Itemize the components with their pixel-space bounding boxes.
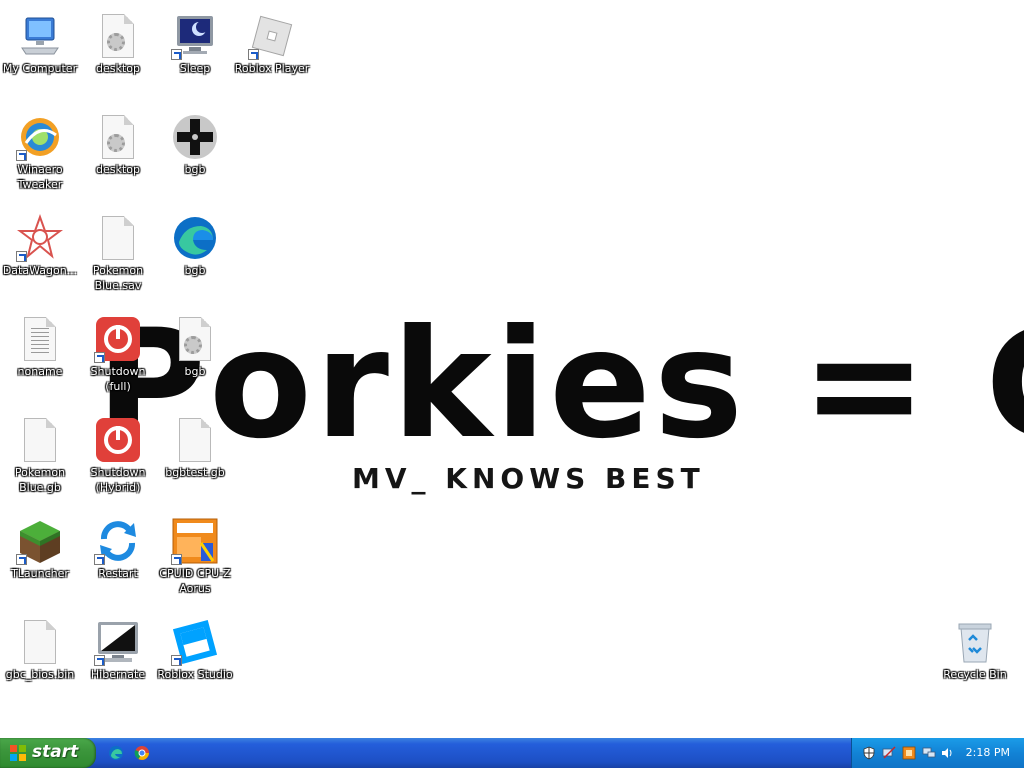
shortcut-arrow-icon: [16, 251, 27, 262]
settings-file-icon: [94, 113, 142, 161]
desktop-icon-sleep[interactable]: Sleep: [155, 4, 235, 100]
edge-icon[interactable]: [108, 745, 124, 761]
desktop-icon-tlauncher[interactable]: TLauncher: [0, 509, 80, 605]
shortcut-arrow-icon: [94, 655, 105, 666]
desktop-icon-winaero-tweaker[interactable]: Winaero Tweaker: [0, 105, 80, 201]
edge-icon: [171, 214, 219, 262]
hibernate-monitor-icon: [94, 618, 142, 666]
roblox-studio-icon: [171, 618, 219, 666]
power-icon: [94, 315, 142, 363]
desktop-icon-hibernate[interactable]: Hibernate: [78, 610, 158, 706]
network-offline-icon[interactable]: [882, 745, 896, 759]
blank-file-icon: [16, 618, 64, 666]
settings-file-icon: [94, 12, 142, 60]
desktop-icon-pokemon-blue-sav[interactable]: Pokemon Blue.sav: [78, 206, 158, 302]
shortcut-arrow-icon: [94, 554, 105, 565]
desktop-icon-bgb[interactable]: bgb: [155, 105, 235, 201]
restart-icon: [94, 517, 142, 565]
blank-file-icon: [171, 416, 219, 464]
security-shield-icon[interactable]: [862, 745, 876, 760]
roblox-player-icon: [248, 12, 296, 60]
desktop: Porkies = Gay MV_ KNOWS BEST My Computer…: [0, 0, 1024, 738]
desktop-icon-bgbtest-gb[interactable]: bgbtest.gb: [155, 408, 235, 504]
cpuz-aorus-icon: [171, 517, 219, 565]
desktop-icon-noname[interactable]: noname: [0, 307, 80, 403]
recycle-bin-icon: [951, 618, 999, 666]
desktop-icon-shutdown-hybrid[interactable]: Shutdown (Hybrid): [78, 408, 158, 504]
datawagon-icon: [16, 214, 64, 262]
network-icon[interactable]: [922, 745, 936, 759]
shortcut-arrow-icon: [16, 150, 27, 161]
desktop-icon-desktop-ini-2[interactable]: desktop: [78, 105, 158, 201]
system-tray: 2:18 PM: [851, 738, 1024, 768]
clock[interactable]: 2:18 PM: [966, 746, 1010, 759]
shortcut-arrow-icon: [171, 655, 182, 666]
desktop-icon-cpuz-aorus[interactable]: CPUID CPU-Z Aorus: [155, 509, 235, 605]
minecraft-grass-icon: [16, 517, 64, 565]
desktop-icon-pokemon-blue-gb[interactable]: Pokemon Blue.gb: [0, 408, 80, 504]
shortcut-arrow-icon: [171, 49, 182, 60]
blank-file-icon: [16, 416, 64, 464]
winaero-tweaker-icon: [16, 113, 64, 161]
shortcut-arrow-icon: [171, 554, 182, 565]
shortcut-arrow-icon: [94, 352, 105, 363]
desktop-icon-my-computer[interactable]: My Computer: [0, 4, 80, 100]
shortcut-arrow-icon: [248, 49, 259, 60]
desktop-icon-restart[interactable]: Restart: [78, 509, 158, 605]
text-file-icon: [16, 315, 64, 363]
desktop-icon-gbc-bios[interactable]: gbc_bios.bin: [0, 610, 80, 706]
shortcut-arrow-icon: [16, 554, 27, 565]
desktop-icon-recycle-bin[interactable]: Recycle Bin: [935, 610, 1015, 706]
chrome-icon[interactable]: [134, 745, 150, 761]
windows-flag-icon: [10, 745, 26, 761]
start-button[interactable]: start: [0, 738, 96, 768]
desktop-icon-desktop-ini[interactable]: desktop: [78, 4, 158, 100]
volume-icon[interactable]: [940, 745, 954, 759]
power-icon: [94, 416, 142, 464]
desktop-icon-bgb-edge[interactable]: bgb: [155, 206, 235, 302]
taskbar: start 2:18 PM: [0, 738, 1024, 768]
app-icon[interactable]: [902, 745, 916, 760]
desktop-icon-shutdown-full[interactable]: Shutdown (full): [78, 307, 158, 403]
desktop-icon-roblox-studio[interactable]: Roblox Studio: [155, 610, 235, 706]
wallpaper-subtitle: MV_ KNOWS BEST: [352, 462, 705, 495]
blank-file-icon: [94, 214, 142, 262]
desktop-icon-roblox-player[interactable]: Roblox Player: [232, 4, 312, 100]
bgb-dpad-icon: [171, 113, 219, 161]
sleep-monitor-icon: [171, 12, 219, 60]
desktop-icon-bgb-ini[interactable]: bgb: [155, 307, 235, 403]
start-label: start: [32, 742, 79, 762]
my-computer-icon: [16, 12, 64, 60]
desktop-icon-datawagon[interactable]: DataWagon...: [0, 206, 80, 302]
settings-file-icon: [171, 315, 219, 363]
